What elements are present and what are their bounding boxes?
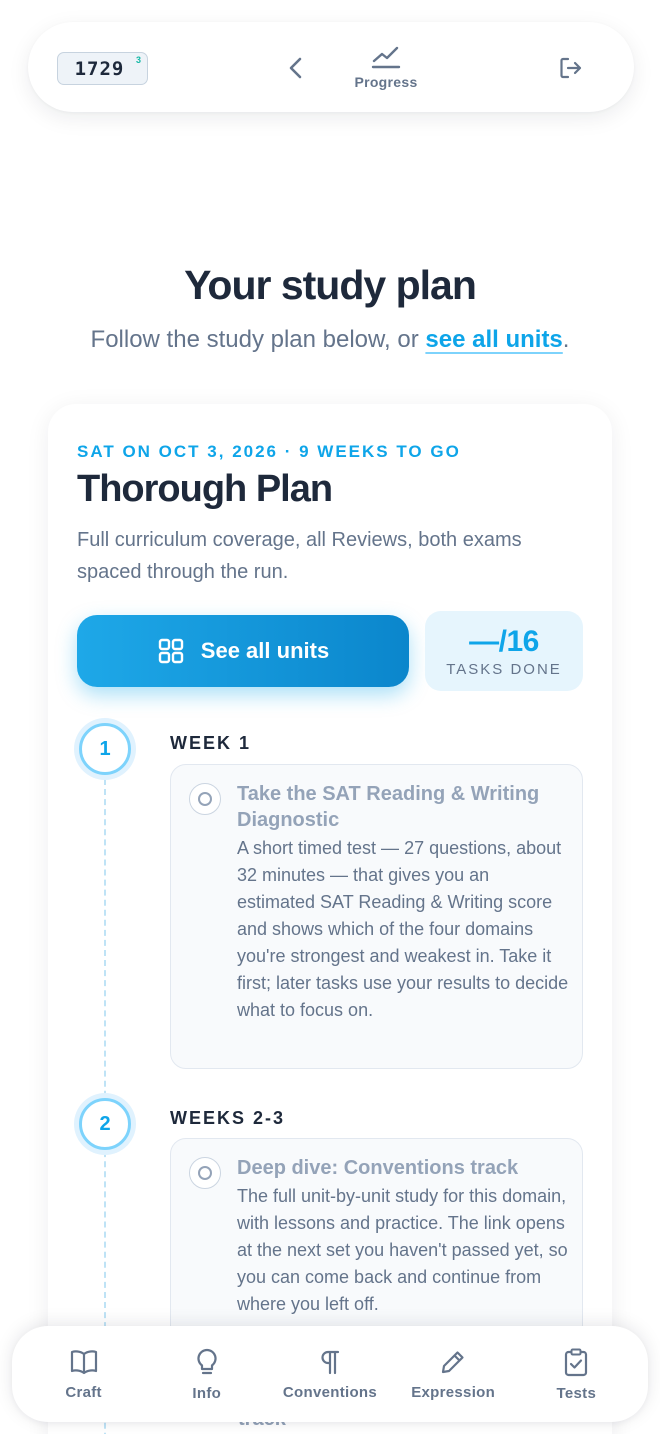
nav-item-conventions[interactable]: Conventions [270,1336,390,1412]
score-badge[interactable]: 1729 3 [57,52,148,85]
progress-label: Progress [354,74,418,90]
week-node: 2 [79,1098,131,1150]
nav-label: Expression [411,1383,496,1401]
see-all-units-link[interactable]: see all units [425,326,562,353]
nav-item-craft[interactable]: Craft [24,1336,144,1412]
task-description: The full unit-by-unit study for this dom… [237,1186,568,1314]
logout-button[interactable] [556,53,586,83]
week-label: WEEK 1 [170,733,252,753]
top-bar: 1729 3 Progress [28,22,634,112]
score-superscript: 3 [135,55,141,65]
plan-title: Thorough Plan [77,468,333,510]
page-subtitle: Follow the study plan below, or see all … [0,326,660,354]
progress-tab[interactable]: Progress [346,44,426,108]
tasks-count: —/16 [469,624,539,658]
tasks-label: TASKS DONE [446,660,562,678]
lightbulb-icon [197,1348,217,1374]
task-title: Deep dive: Conventions track [237,1157,519,1179]
nav-item-expression[interactable]: Expression [393,1336,513,1412]
task-card[interactable]: Take the SAT Reading & Writing Diagnosti… [170,764,583,1069]
subtitle-suffix: . [562,326,570,353]
plan-description: Full curriculum coverage, all Reviews, b… [77,529,522,583]
clipboard-check-icon [565,1348,588,1376]
tasks-done-counter: —/16 TASKS DONE [425,611,583,691]
logout-icon [560,57,582,79]
trend-line-icon [371,46,401,69]
score-value: 1729 [74,57,125,80]
plan-card: SAT ON OCT 3, 2026 · 9 WEEKS TO GO Thoro… [48,404,612,1434]
task-title: Take the SAT Reading & Writing Diagnosti… [237,783,540,831]
page-title: Your study plan [184,262,477,308]
nav-item-tests[interactable]: Tests [516,1336,636,1412]
nav-label: Conventions [282,1383,378,1401]
plan-meta: SAT ON OCT 3, 2026 · 9 WEEKS TO GO [77,442,461,461]
see-all-units-button[interactable]: See all units [77,615,409,687]
nav-item-info[interactable]: Info [147,1336,267,1412]
book-open-icon [70,1349,97,1374]
nav-label: Tests [556,1384,597,1402]
task-card[interactable]: Deep dive: Conventions track The full un… [170,1138,583,1358]
pilcrow-icon [321,1350,340,1374]
chevron-left-icon [289,57,302,79]
back-button[interactable] [280,52,312,84]
bottom-nav: Craft Info Conventions Expression Tests [12,1326,648,1422]
subtitle-text: Follow the study plan below, or [90,326,426,353]
grid-icon [158,638,183,664]
see-all-units-label: See all units [200,638,330,663]
pencil-icon [442,1350,464,1373]
task-description: A short timed test — 27 questions, about… [237,838,569,1020]
nav-label: Craft [65,1383,102,1401]
circle-icon [198,1166,212,1180]
task-checkbox[interactable] [189,1157,221,1189]
week-node: 1 [79,723,131,775]
circle-icon [198,792,212,806]
task-checkbox[interactable] [189,783,221,815]
nav-label: Info [192,1384,222,1402]
week-label: WEEKS 2-3 [170,1108,286,1128]
